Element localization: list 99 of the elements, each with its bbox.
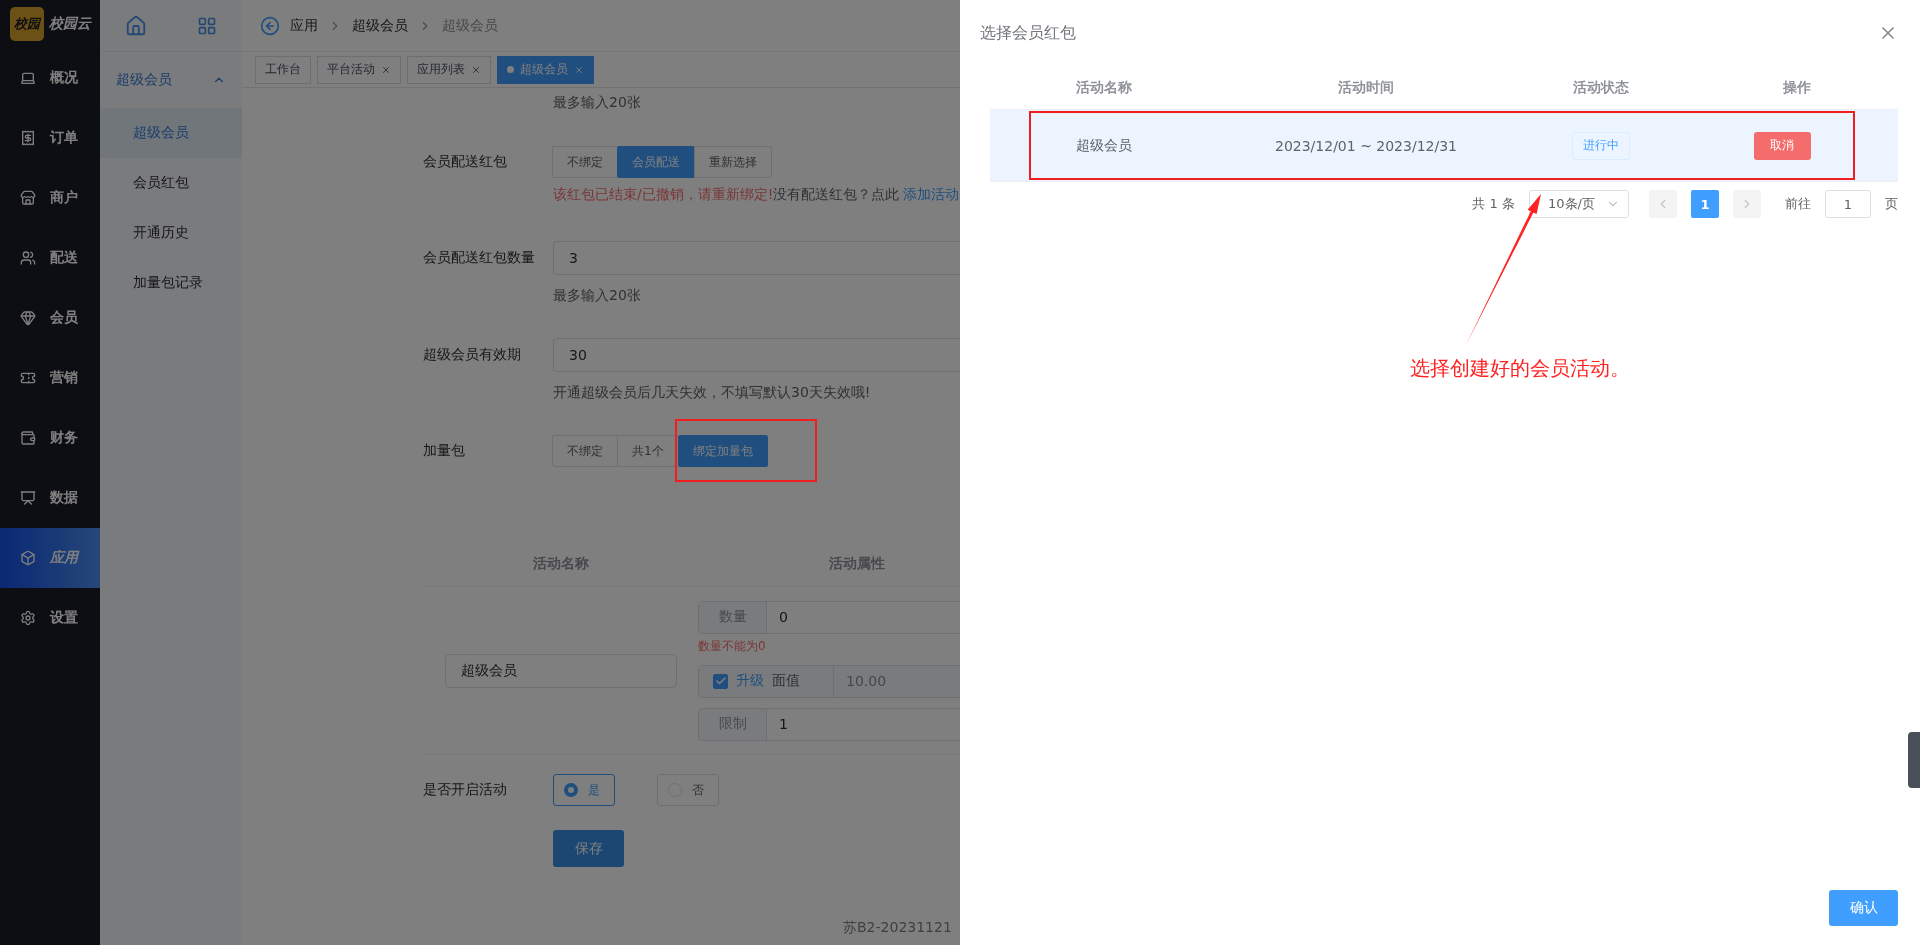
- nav-label: 配送: [50, 249, 78, 267]
- radio-option[interactable]: 是: [553, 774, 615, 806]
- status-tag: 进行中: [1572, 131, 1630, 160]
- radio-option[interactable]: 否: [657, 774, 719, 806]
- hint-text: 开通超级会员后几天失效，不填写默认30天失效哦!: [553, 383, 872, 402]
- input-field[interactable]: 超级会员: [444, 653, 677, 688]
- page-tab[interactable]: 超级会员: [497, 55, 594, 84]
- logo-mark: 校园: [10, 7, 44, 41]
- page-input[interactable]: 1: [1825, 190, 1871, 218]
- column-header: 活动状态: [1572, 78, 1630, 97]
- column-header: 活动名称: [1076, 78, 1133, 97]
- note-text: 没有配送红包？点此: [773, 185, 900, 204]
- page-size-select[interactable]: 10条/页: [1529, 190, 1629, 218]
- nav-item[interactable]: 设置: [0, 588, 100, 648]
- nav-label: 设置: [50, 609, 78, 627]
- presentation-icon: [20, 490, 36, 506]
- confirm-button[interactable]: 确认: [1829, 890, 1898, 926]
- settings-icon: [20, 610, 36, 626]
- nav-item[interactable]: 财务: [0, 408, 100, 468]
- field-label: 会员配送红包数量: [423, 249, 536, 267]
- submenu-title: 超级会员: [116, 71, 172, 89]
- segment-button[interactable]: 共1个: [617, 435, 679, 467]
- submenu-header[interactable]: 超级会员: [100, 52, 242, 108]
- nav-item[interactable]: 数据: [0, 468, 100, 528]
- page-unit: 页: [1885, 195, 1898, 213]
- segment-button[interactable]: 不绑定: [552, 146, 618, 178]
- page-button[interactable]: 1: [1691, 190, 1719, 218]
- nav-item[interactable]: 商户: [0, 168, 100, 228]
- tab-label: 平台活动: [327, 61, 375, 78]
- nav-item[interactable]: 订单: [0, 108, 100, 168]
- page-tab[interactable]: 应用列表: [407, 55, 491, 84]
- nav-label: 概况: [50, 69, 78, 87]
- receipt-icon: [20, 130, 36, 146]
- home-icon[interactable]: [125, 14, 147, 37]
- store-icon: [20, 190, 36, 206]
- close-icon[interactable]: [574, 64, 584, 75]
- back-icon[interactable]: [260, 15, 280, 36]
- checkbox-label: 升级: [736, 672, 764, 690]
- submenu-item[interactable]: 超级会员: [100, 108, 242, 158]
- submenu-item[interactable]: 开通历史: [100, 208, 242, 258]
- error-text: 该红包已结束/已撤销，请重新绑定!: [553, 185, 774, 204]
- nav-item[interactable]: 应用: [0, 528, 100, 588]
- tab-label: 工作台: [265, 61, 301, 78]
- field-label: 是否开启活动: [423, 781, 508, 799]
- page-tab[interactable]: 工作台: [255, 55, 311, 84]
- users-icon: [20, 250, 36, 266]
- nav-item[interactable]: 营销: [0, 348, 100, 408]
- side-handle[interactable]: [1908, 732, 1920, 788]
- close-icon[interactable]: [471, 64, 481, 75]
- nav-label: 应用: [50, 549, 78, 567]
- gem-icon: [20, 310, 36, 326]
- nav-label: 会员: [50, 309, 78, 327]
- page-tab[interactable]: 平台活动: [317, 55, 401, 84]
- nav-label: 营销: [50, 369, 78, 387]
- column-header: 活动时间: [1337, 78, 1395, 97]
- nav-item[interactable]: 会员: [0, 288, 100, 348]
- ticket-icon: [20, 370, 36, 386]
- hint-text: 最多输入20张: [553, 93, 642, 112]
- segment-button[interactable]: 绑定加量包: [677, 435, 768, 467]
- nav-label: 订单: [50, 129, 78, 147]
- tab-label: 超级会员: [520, 61, 568, 78]
- save-button[interactable]: 保存: [553, 830, 624, 867]
- hint-text: 最多输入20张: [553, 286, 642, 305]
- cancel-button[interactable]: 取消: [1753, 131, 1811, 160]
- annotation-text: 选择创建好的会员活动。: [1410, 355, 1630, 382]
- segment-button[interactable]: 会员配送: [617, 146, 695, 178]
- error-text: 数量不能为0: [698, 637, 767, 655]
- face-value-label: 面值: [772, 672, 800, 690]
- breadcrumb-item[interactable]: 超级会员: [352, 16, 408, 35]
- close-icon[interactable]: [381, 64, 391, 75]
- nav-item[interactable]: 概况: [0, 48, 100, 108]
- submenu-item[interactable]: 加量包记录: [100, 258, 242, 308]
- add-activity-link[interactable]: 添加活动: [903, 184, 960, 204]
- logo-text: 校园云: [49, 15, 91, 33]
- field-label: 加量包: [423, 442, 466, 460]
- nav-label: 商户: [50, 189, 78, 207]
- footer-text: 苏B2-20231121: [843, 919, 953, 937]
- table-row[interactable]: 超级会员 2023/12/01 ~ 2023/12/31 进行中 取消: [990, 110, 1898, 182]
- table-cell-text: 超级会员: [1076, 136, 1133, 155]
- grid-icon[interactable]: [197, 15, 217, 36]
- submenu-item[interactable]: 会员红包: [100, 158, 242, 208]
- table-cell-text: 2023/12/01 ~ 2023/12/31: [1274, 137, 1458, 154]
- segment-button[interactable]: 重新选择: [694, 146, 772, 178]
- active-dot-icon: [507, 66, 514, 73]
- nav-label: 数据: [50, 489, 78, 507]
- segment-button[interactable]: 不绑定: [552, 435, 618, 467]
- total-count: 共 1 条: [1472, 195, 1515, 213]
- breadcrumb-item[interactable]: 应用: [290, 16, 318, 35]
- field-label: 超级会员有效期: [423, 346, 522, 364]
- nav-item[interactable]: 配送: [0, 228, 100, 288]
- cube-icon: [20, 550, 36, 566]
- nav-label: 财务: [50, 429, 78, 447]
- column-header: 操作: [1782, 78, 1812, 97]
- goto-label: 前往: [1785, 195, 1811, 213]
- wallet-icon: [20, 430, 36, 446]
- field-label: 会员配送红包: [423, 153, 508, 171]
- tab-label: 应用列表: [417, 61, 465, 78]
- laptop-icon: [20, 70, 36, 86]
- drawer-title: 选择会员红包: [980, 22, 1076, 44]
